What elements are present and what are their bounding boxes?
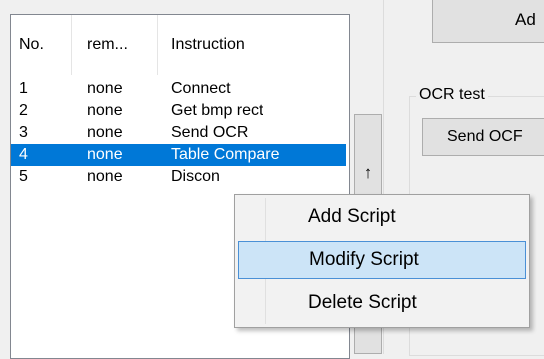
row-no: 1 [19, 80, 28, 97]
row-instruction: Connect [171, 80, 231, 97]
row-instruction: Send OCR [171, 124, 249, 141]
ocr-test-title: OCR test [416, 86, 488, 104]
add-button[interactable]: Ad [432, 0, 544, 43]
row-remark: none [87, 124, 123, 141]
send-ocr-button[interactable]: Send OCF [422, 118, 544, 156]
add-button-label: Ad [515, 10, 536, 29]
row-instruction: Discon [171, 168, 220, 185]
context-menu: Add Script Modify Script Delete Script [234, 194, 530, 328]
list-row[interactable]: 3 none Send OCR [11, 122, 349, 144]
menu-item-modify-script[interactable]: Modify Script [238, 241, 526, 279]
up-arrow-icon: ↑ [363, 163, 373, 182]
row-remark: none [87, 168, 123, 185]
column-separator[interactable] [157, 15, 158, 75]
row-instruction: Table Compare [171, 146, 280, 163]
row-no: 5 [19, 168, 28, 185]
list-row[interactable]: 2 none Get bmp rect [11, 100, 349, 122]
row-no: 4 [19, 146, 28, 163]
column-separator[interactable] [71, 15, 72, 75]
row-remark: none [87, 146, 123, 163]
menu-item-delete-script[interactable]: Delete Script [238, 284, 526, 322]
list-row-selected[interactable]: 4 none Table Compare [11, 144, 346, 166]
row-instruction: Get bmp rect [171, 102, 264, 119]
row-no: 3 [19, 124, 28, 141]
list-row[interactable]: 5 none Discon [11, 166, 349, 188]
listview-header: No. rem... Instruction [11, 15, 349, 75]
row-remark: none [87, 102, 123, 119]
column-header-no[interactable]: No. [11, 15, 71, 75]
list-row[interactable]: 1 none Connect [11, 78, 349, 100]
column-header-instruction[interactable]: Instruction [163, 15, 343, 75]
row-no: 2 [19, 102, 28, 119]
column-header-remark[interactable]: rem... [79, 15, 161, 75]
menu-item-add-script[interactable]: Add Script [238, 198, 526, 236]
row-remark: none [87, 80, 123, 97]
send-ocr-label: Send OCF [447, 128, 523, 145]
